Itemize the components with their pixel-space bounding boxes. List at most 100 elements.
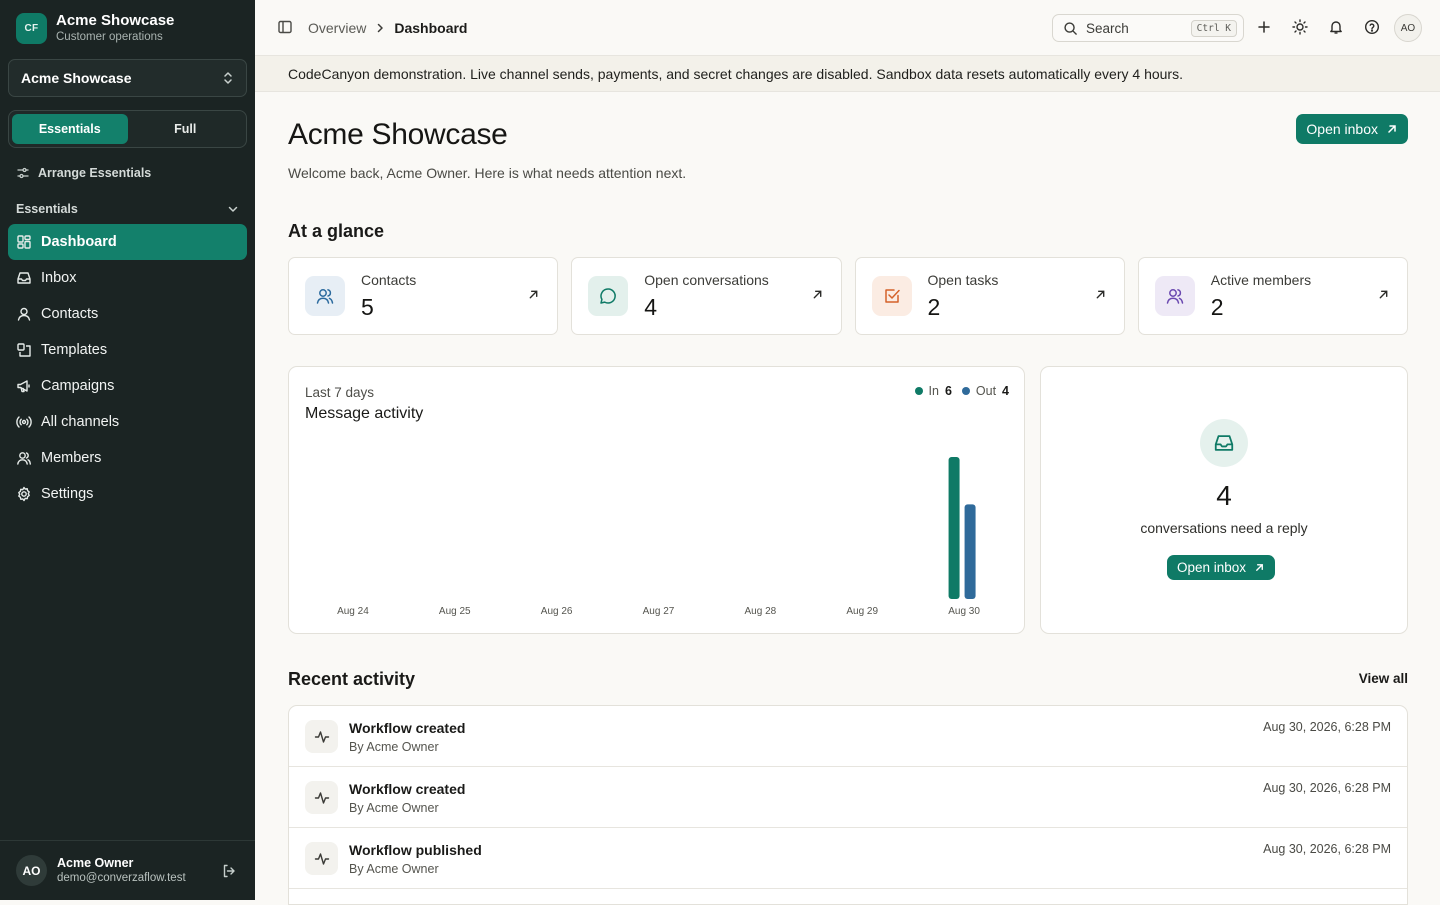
stat-card-open-conversations[interactable]: Open conversations 4 (571, 257, 842, 335)
sun-icon[interactable] (1292, 19, 1308, 35)
avatar[interactable]: AO (16, 855, 47, 886)
stat-value: 4 (644, 294, 658, 320)
activity-author: By Acme Owner (349, 740, 439, 754)
sidebar-toggle-icon[interactable] (277, 19, 293, 35)
needs-reply-card: 4 conversations need a reply Open inbox (1040, 366, 1408, 634)
arrow-up-right-icon (528, 289, 539, 300)
open-inbox-label: Open inbox (1177, 560, 1247, 575)
logout-icon[interactable] (221, 863, 237, 879)
legend-dot (961, 387, 970, 395)
message-activity-card: Aug 24 Aug 25 Aug 26 Aug 27 Aug 28 Aug 29 Aug … (288, 366, 1025, 634)
sidebar-item-dashboard[interactable]: Dashboard (8, 224, 247, 260)
sidebar-item-contacts[interactable]: Contacts (8, 296, 247, 332)
arrow-up-right-icon (1254, 562, 1265, 573)
templates-icon (16, 342, 32, 358)
reply-text: conversations need a reply (1140, 520, 1308, 536)
mode-essentials-button[interactable]: Essentials (12, 114, 128, 144)
legend-label: Out (975, 384, 997, 398)
activity-author: By Acme Owner (349, 862, 439, 876)
gear-icon (16, 486, 32, 502)
stat-card-contacts[interactable]: Contacts 5 (288, 257, 559, 335)
activity-time: Aug 30, 2026, 6:28 PM (1263, 781, 1391, 795)
list-item[interactable]: Workflow created By Acme Owner Aug 30, 2… (289, 767, 1407, 828)
inbox-icon (1200, 419, 1248, 467)
x-tick-label: Aug 25 (439, 606, 471, 617)
sidebar-item-all-channels[interactable]: All channels (8, 404, 247, 440)
chevron-up-down-icon (222, 71, 234, 85)
sidebar-item-label: Templates (41, 342, 108, 358)
chat-icon (588, 276, 629, 316)
open-inbox-button[interactable]: Open inbox (1296, 114, 1408, 144)
activity-title: Workflow created (349, 781, 466, 797)
sidebar-item-campaigns[interactable]: Campaigns (8, 368, 247, 404)
page-title: Acme Showcase (288, 118, 508, 151)
avatar[interactable]: AO (1394, 14, 1422, 42)
sidebar-item-members[interactable]: Members (8, 440, 247, 476)
stat-value: 2 (1210, 294, 1224, 320)
plus-icon[interactable] (1256, 19, 1272, 35)
stat-value: 5 (361, 294, 374, 320)
dashboard-icon (16, 234, 32, 250)
activity-title: Workflow created (349, 720, 466, 736)
user-menu: AO Acme Owner demo@converzaflow.test (0, 840, 255, 900)
stat-card-active-members[interactable]: Active members 2 (1137, 257, 1408, 335)
chart-legend: In 6 Out 4 (914, 384, 1009, 398)
workspace-switcher[interactable]: Acme Showcase (8, 59, 247, 97)
arrange-label: Arrange Essentials (38, 166, 152, 180)
user-icon (16, 306, 32, 322)
brand-name: Acme Showcase (56, 12, 175, 29)
activity-time: Aug 30, 2026, 6:28 PM (1263, 842, 1391, 856)
chart-period: Last 7 days (305, 385, 375, 400)
arrow-up-right-icon (1386, 123, 1398, 135)
search-input[interactable]: Search Ctrl K (1052, 14, 1244, 42)
view-all-link[interactable]: View all (1359, 671, 1408, 686)
legend-item-out: Out 4 (961, 384, 1009, 398)
sidebar-item-label: Inbox (41, 270, 77, 286)
chevron-right-icon (375, 23, 385, 33)
arrange-essentials-button[interactable]: Arrange Essentials (16, 163, 151, 183)
sidebar-item-inbox[interactable]: Inbox (8, 260, 247, 296)
stat-card-open-tasks[interactable]: Open tasks 2 (854, 257, 1125, 335)
sidebar-item-settings[interactable]: Settings (8, 476, 247, 512)
user-email: demo@converzaflow.test (57, 871, 186, 884)
x-tick-label: Aug 28 (745, 606, 777, 617)
at-a-glance-heading: At a glance (288, 221, 385, 241)
open-inbox-button[interactable]: Open inbox (1167, 555, 1276, 580)
breadcrumb-overview[interactable]: Overview (308, 20, 366, 36)
activity-author: By Acme Owner (349, 801, 439, 815)
chevron-down-icon (227, 203, 239, 215)
list-item[interactable]: Workflow created By Acme Owner Aug 30, 2… (289, 706, 1407, 767)
page-subtitle: Welcome back, Acme Owner. Here is what n… (288, 165, 687, 181)
sidebar-item-label: Settings (41, 486, 94, 502)
sidebar-nav: Dashboard Inbox Contacts Templates Campa… (8, 224, 247, 512)
chart-title: Message activity (305, 405, 424, 422)
stat-label: Active members (1210, 272, 1312, 288)
sidebar: CF Acme Showcase Customer operations Acm… (0, 0, 255, 900)
arrow-up-right-icon (1378, 289, 1389, 300)
sidebar-item-templates[interactable]: Templates (8, 332, 247, 368)
sidebar-item-label: Dashboard (41, 234, 117, 250)
sliders-icon (16, 166, 30, 180)
x-tick-label: Aug 30 (948, 606, 980, 617)
activity-title: Workflow published (349, 842, 482, 858)
megaphone-icon (16, 378, 32, 394)
legend-total: 6 (944, 384, 952, 398)
list-item[interactable]: Workflow published By Acme Owner Aug 30,… (289, 828, 1407, 889)
x-tick-label: Aug 26 (541, 606, 573, 617)
essentials-section-toggle[interactable]: Essentials (16, 199, 239, 219)
legend-total: 4 (1002, 384, 1009, 398)
bell-icon[interactable] (1328, 19, 1344, 35)
members-icon (16, 450, 32, 466)
search-placeholder: Search (1086, 20, 1129, 36)
help-icon[interactable] (1364, 19, 1380, 35)
x-tick-label: Aug 29 (846, 606, 878, 617)
bar-out-aug-30[interactable] (964, 504, 976, 599)
demo-banner-text: CodeCanyon demonstration. Live channel s… (288, 65, 1183, 82)
mode-full-button[interactable]: Full (128, 114, 244, 144)
sidebar-item-label: All channels (41, 414, 120, 430)
brand-logo: CF (16, 13, 47, 44)
bar-in-aug-30[interactable] (948, 457, 960, 599)
section-label: Essentials (16, 202, 78, 216)
mode-toggle: Essentials Full (8, 110, 247, 148)
legend-dot (914, 387, 923, 395)
